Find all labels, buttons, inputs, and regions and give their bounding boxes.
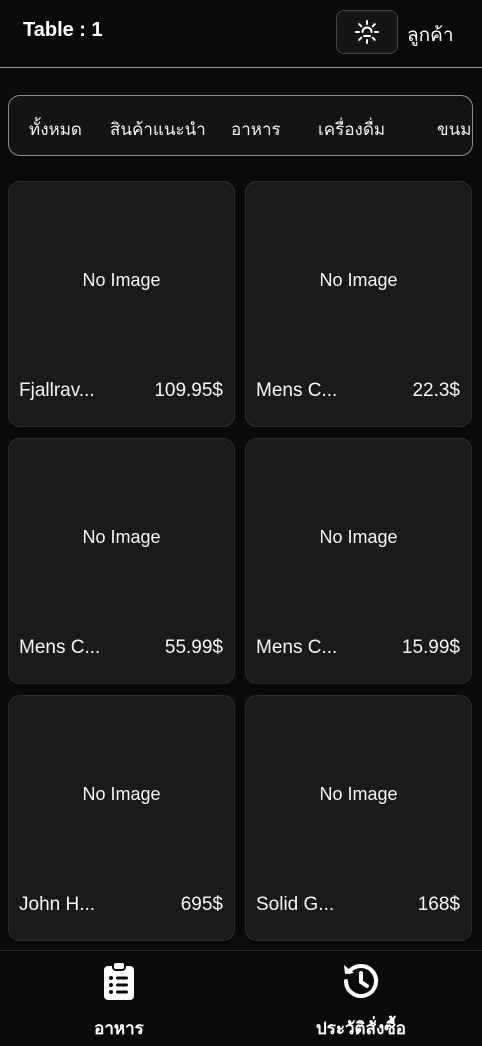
product-card[interactable]: No Image Solid G... 168$ bbox=[245, 695, 472, 941]
nav-food[interactable]: อาหาร bbox=[60, 951, 178, 1046]
product-card[interactable]: No Image Mens C... 22.3$ bbox=[245, 181, 472, 427]
tab-snacks[interactable]: ขนม bbox=[437, 116, 471, 143]
tab-all[interactable]: ทั้งหมด bbox=[29, 116, 82, 143]
product-name: John H... bbox=[19, 894, 96, 915]
product-price: 22.3$ bbox=[412, 380, 460, 401]
product-image-placeholder: No Image bbox=[82, 527, 161, 547]
product-name: Mens C... bbox=[256, 637, 338, 658]
app-header: Table : 1 ลูกค้า bbox=[0, 0, 482, 68]
product-image-placeholder: No Image bbox=[319, 527, 398, 547]
product-image-placeholder: No Image bbox=[82, 270, 161, 290]
customer-label[interactable]: ลูกค้า bbox=[407, 20, 454, 50]
product-price: 55.99$ bbox=[164, 637, 223, 658]
tab-recommended[interactable]: สินค้าแนะนำ bbox=[110, 116, 206, 143]
nav-order-history[interactable]: ประวัติสั่งซื้อ bbox=[301, 951, 421, 1046]
product-card[interactable]: No Image Fjallrav... 109.95$ bbox=[8, 181, 235, 427]
product-image-placeholder: No Image bbox=[82, 784, 161, 804]
nav-food-label: อาหาร bbox=[94, 1019, 144, 1039]
product-image-placeholder: No Image bbox=[319, 784, 398, 804]
tab-food[interactable]: อาหาร bbox=[231, 116, 281, 143]
category-tabs[interactable]: ทั้งหมด สินค้าแนะนำ อาหาร เครื่องดื่ม ขน… bbox=[8, 95, 473, 156]
product-name: Mens C... bbox=[19, 637, 101, 658]
table-title: Table : 1 bbox=[23, 19, 103, 41]
product-card[interactable]: No Image Mens C... 15.99$ bbox=[245, 438, 472, 684]
sun-icon bbox=[355, 20, 379, 44]
product-price: 168$ bbox=[417, 894, 460, 915]
bottom-navigation: อาหาร ประวัติสั่งซื้อ bbox=[0, 950, 482, 1046]
theme-toggle-button[interactable] bbox=[336, 10, 398, 54]
product-image-placeholder: No Image bbox=[319, 270, 398, 290]
product-price: 695$ bbox=[180, 894, 223, 915]
history-icon bbox=[344, 964, 378, 998]
clipboard-list-icon bbox=[104, 961, 134, 1000]
product-card[interactable]: No Image John H... 695$ bbox=[8, 695, 235, 941]
product-price: 15.99$ bbox=[401, 637, 460, 658]
tab-drinks[interactable]: เครื่องดื่ม bbox=[318, 116, 385, 143]
product-name: Solid G... bbox=[256, 894, 335, 915]
product-name: Mens C... bbox=[256, 380, 338, 401]
product-price: 109.95$ bbox=[154, 380, 223, 401]
product-card[interactable]: No Image Mens C... 55.99$ bbox=[8, 438, 235, 684]
nav-history-label: ประวัติสั่งซื้อ bbox=[315, 1019, 407, 1039]
product-name: Fjallrav... bbox=[19, 380, 95, 401]
